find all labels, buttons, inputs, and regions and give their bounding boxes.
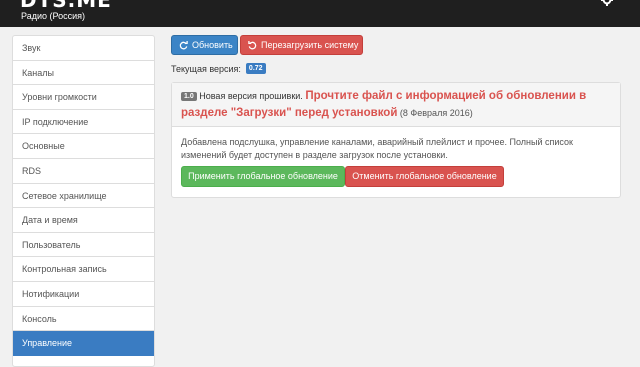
- firmware-update-heading-text: 1.0 Новая версия прошивки. Прочтите файл…: [181, 88, 611, 122]
- reboot-system-button-label: Перезагрузить систему: [261, 40, 359, 50]
- firmware-update-heading: 1.0 Новая версия прошивки. Прочтите файл…: [172, 83, 620, 127]
- sidebar-item-notifications[interactable]: Нотификации: [13, 282, 154, 307]
- reboot-system-button[interactable]: Перезагрузить систему: [240, 35, 363, 55]
- gear-icon[interactable]: [601, 0, 613, 6]
- sidebar-item-rds[interactable]: RDS: [13, 159, 154, 184]
- sidebar-item-user[interactable]: Пользователь: [13, 233, 154, 258]
- current-version-label: Текущая версия:: [171, 63, 241, 74]
- refresh-button-label: Обновить: [192, 40, 233, 50]
- sidebar-item-sound[interactable]: Звук: [13, 36, 154, 61]
- new-version-badge: 1.0: [181, 92, 197, 101]
- cancel-global-update-button[interactable]: Отменить глобальное обновление: [345, 166, 504, 187]
- station-subtitle: Радио (Россия): [21, 11, 86, 21]
- sidebar-item-general[interactable]: Основные: [13, 134, 154, 159]
- update-description: Добавлена подслушка, управление каналами…: [181, 137, 573, 160]
- reboot-icon: [248, 40, 257, 50]
- current-version-row: Текущая версия: 0.72: [171, 63, 266, 74]
- release-date: (8 Февраля 2016): [399, 108, 473, 118]
- apply-global-update-button[interactable]: Применить глобальное обновление: [181, 166, 345, 187]
- sidebar-item-date-time[interactable]: Дата и время: [13, 208, 154, 233]
- firmware-update-panel: 1.0 Новая версия прошивки. Прочтите файл…: [171, 82, 621, 198]
- current-version-badge: 0.72: [245, 63, 266, 74]
- sidebar-item-management[interactable]: Управление: [13, 331, 154, 356]
- refresh-button[interactable]: Обновить: [171, 35, 238, 55]
- sidebar-item-volume-levels[interactable]: Уровни громкости: [13, 85, 154, 110]
- settings-sidebar: Звук Каналы Уровни громкости IP подключе…: [12, 35, 155, 367]
- sidebar-item-console[interactable]: Консоль: [13, 307, 154, 332]
- sidebar-item-network-storage[interactable]: Сетевое хранилище: [13, 184, 154, 209]
- sidebar-item-control-recording[interactable]: Контрольная запись: [13, 257, 154, 282]
- new-version-text: Новая версия прошивки.: [199, 91, 303, 101]
- top-navbar: DTS.ME Радио (Россия): [0, 0, 640, 27]
- sidebar-item-ip-connection[interactable]: IP подключение: [13, 110, 154, 135]
- refresh-icon: [179, 40, 188, 50]
- sidebar-item-channels[interactable]: Каналы: [13, 61, 154, 86]
